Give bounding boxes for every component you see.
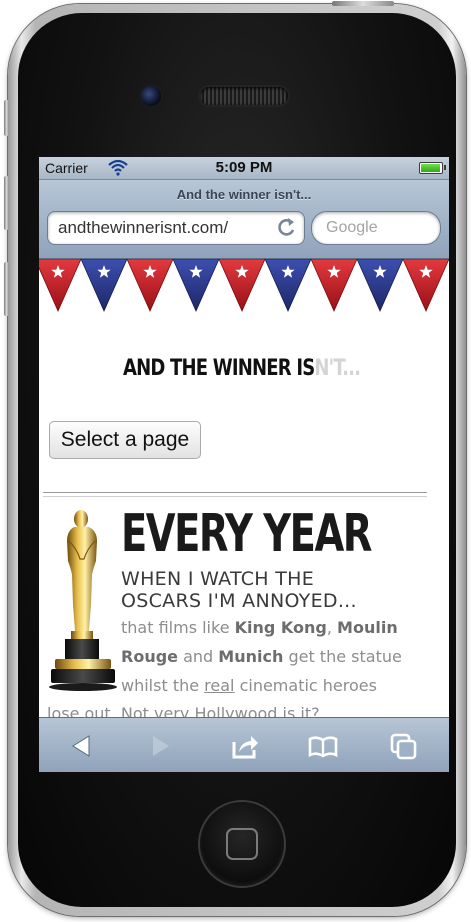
- film-king-kong: King Kong: [234, 618, 327, 637]
- film-moulin: Moulin: [337, 618, 398, 637]
- home-square-icon: [226, 828, 258, 860]
- pennant-red: [39, 259, 82, 312]
- search-field[interactable]: Google: [311, 211, 441, 245]
- back-arrow-icon[interactable]: [65, 730, 97, 762]
- tabs-pages-icon[interactable]: [388, 730, 420, 762]
- site-title: AND THE WINNER ISN'T...: [123, 356, 361, 381]
- browser-toolbar: [39, 717, 449, 772]
- clock-time: 5:09 PM: [215, 159, 273, 176]
- site-title-dark: AND THE WINNER IS: [123, 356, 315, 381]
- url-text: andthewinnerisnt.com/: [58, 218, 229, 237]
- subhead-line-2: OSCARS I'M ANNOYED...: [121, 590, 357, 612]
- body-line-1: that films like King Kong, Moulin: [121, 618, 398, 637]
- volume-up-button: [4, 176, 9, 230]
- sleep-button: [332, 1, 394, 6]
- volume-down-button: [4, 262, 9, 316]
- body-line-4: lose out. Not very Hollywood is it?: [47, 704, 320, 717]
- status-bar: Carrier 5:09 PM: [39, 157, 449, 180]
- subheadline: WHEN I WATCH THE OSCARS I'M ANNOYED...: [121, 568, 421, 612]
- body-line-2: Rouge and Munich get the statue: [121, 647, 402, 666]
- select-page-dropdown[interactable]: Select a page: [49, 421, 201, 459]
- real-emphasis: real: [204, 676, 235, 695]
- page-title: And the winner isn't...: [176, 187, 312, 202]
- browser-navigation-bar: And the winner isn't... andthewinnerisnt…: [39, 180, 449, 259]
- film-rouge: Rouge: [121, 647, 179, 666]
- bunting-banner: [39, 259, 449, 312]
- battery-icon: [419, 162, 446, 174]
- home-button[interactable]: [200, 802, 284, 886]
- web-page-content: AND THE WINNER ISN'T... Select a page EV…: [39, 259, 449, 717]
- subhead-line-1: WHEN I WATCH THE: [121, 568, 315, 590]
- front-camera: [141, 86, 161, 106]
- body-line-3: whilst the real cinematic heroes: [121, 676, 377, 695]
- headline: EVERY YEAR: [121, 504, 372, 564]
- forward-arrow-icon[interactable]: [145, 730, 177, 762]
- section-divider: [43, 492, 427, 497]
- reload-icon[interactable]: [277, 215, 297, 245]
- site-title-light: N'T...: [314, 356, 361, 381]
- share-icon[interactable]: [229, 730, 261, 762]
- search-placeholder: Google: [326, 219, 378, 236]
- oscar-statue-icon: [49, 510, 117, 691]
- phone-screen: Carrier 5:09 PM And the winner isn't... …: [39, 157, 449, 772]
- earpiece-speaker: [200, 87, 288, 105]
- mute-switch: [4, 100, 9, 136]
- bookmarks-book-icon[interactable]: [307, 730, 339, 762]
- film-munich: Munich: [218, 647, 284, 666]
- url-field[interactable]: andthewinnerisnt.com/: [47, 211, 305, 245]
